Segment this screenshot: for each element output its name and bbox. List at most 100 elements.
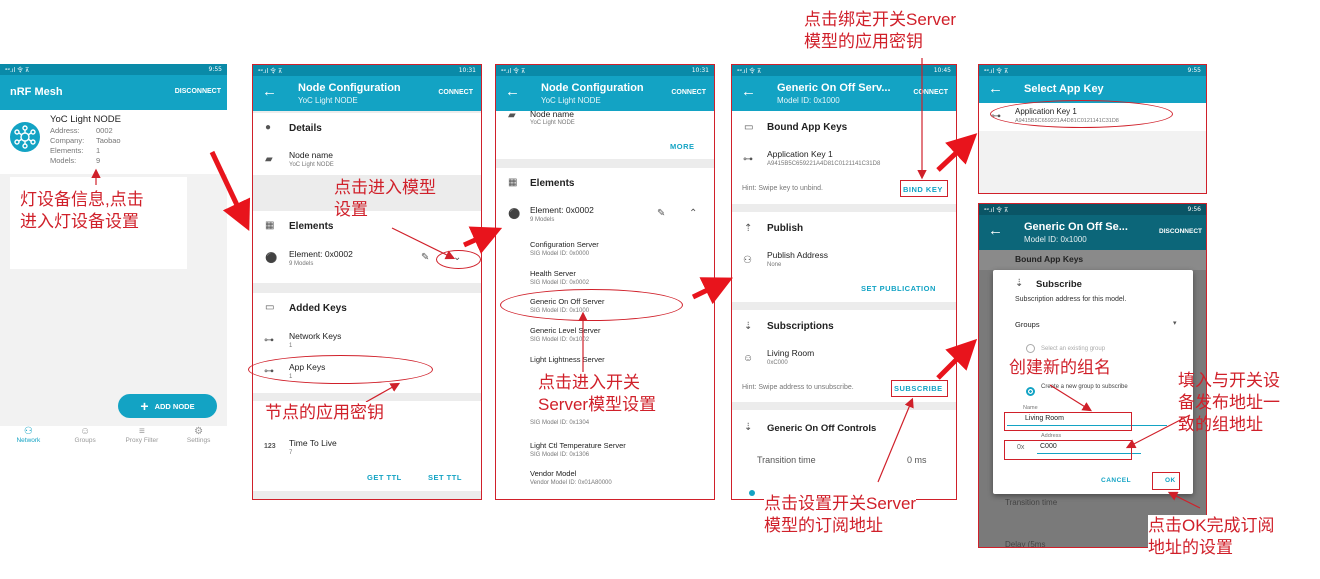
groups-icon: ☺ bbox=[80, 426, 91, 437]
chevron-up-icon[interactable]: ⌃ bbox=[689, 209, 697, 219]
mesh-node-icon bbox=[10, 122, 40, 152]
name-field-label: Name bbox=[1023, 405, 1038, 411]
network-keys-item[interactable]: Network Keys bbox=[289, 331, 341, 341]
screen-title: Node Configuration bbox=[541, 82, 644, 94]
elements-section: ▦ Elements ⚫ Element: 0x0002 9 Models ✎ … bbox=[253, 211, 481, 283]
screen-title: Select App Key bbox=[1024, 83, 1104, 95]
screen-title: Generic On Off Serv... bbox=[777, 82, 891, 94]
annotation-bind-key: 点击绑定开关Server 模型的应用密钥 bbox=[804, 10, 957, 52]
connect-button[interactable]: CONNECT bbox=[913, 89, 948, 96]
app-bar: ← Generic On Off Serv... Model ID: 0x100… bbox=[732, 76, 956, 111]
more-button[interactable]: MORE bbox=[670, 142, 695, 151]
radio-new-label: Create a new group to subscribe bbox=[1041, 384, 1128, 390]
highlight-app-keys bbox=[248, 355, 433, 384]
back-arrow-icon[interactable]: ← bbox=[988, 81, 1003, 96]
model-item[interactable]: Light Lightness Server bbox=[530, 355, 605, 364]
transition-slider[interactable] bbox=[749, 490, 755, 496]
nav-settings[interactable]: ⚙ Settings bbox=[170, 426, 227, 456]
edit-icon[interactable]: ✎ bbox=[421, 253, 429, 263]
set-publication-button[interactable]: SET PUBLICATION bbox=[861, 284, 936, 293]
node-card[interactable]: YoC Light NODE Address: 0002 Company: Taob… bbox=[0, 110, 227, 174]
elements-section: ▦ Elements ⚫ Element: 0x0002 9 Models ✎ … bbox=[496, 168, 714, 499]
group-icon: ☺ bbox=[743, 353, 754, 364]
disconnect-button[interactable]: DISCONNECT bbox=[1159, 228, 1202, 235]
settings-icon: ⚙ bbox=[194, 426, 204, 437]
app-key-item[interactable]: Application Key 1 bbox=[767, 149, 833, 159]
back-arrow-icon[interactable]: ← bbox=[262, 84, 277, 99]
element-icon: ⚫ bbox=[265, 253, 278, 264]
transition-label: Transition time bbox=[757, 455, 816, 465]
highlight-ok-button bbox=[1152, 472, 1180, 490]
radio-existing[interactable] bbox=[1026, 344, 1035, 353]
node-info: Address: 0002 Company: Taobao Elements: 1 M… bbox=[50, 126, 121, 165]
publish-section: ⇡ Publish ⚇ Publish Address None SET PUB… bbox=[732, 212, 956, 302]
app-bar: ← Generic On Off Se... Model ID: 0x1000 … bbox=[979, 215, 1206, 250]
app-key-hex: A9415B5C659221A4D81C0121141C31D8 bbox=[767, 161, 881, 167]
app-bar: nRF Mesh DISCONNECT bbox=[0, 75, 227, 110]
model-id: SIG Model ID: 0x0002 bbox=[530, 280, 590, 286]
node-name-value: YoC Light NODE bbox=[530, 120, 575, 126]
element-name[interactable]: Element: 0x0002 bbox=[289, 249, 353, 259]
get-ttl-button[interactable]: GET TTL bbox=[367, 473, 402, 482]
highlight-subscribe bbox=[891, 380, 948, 397]
model-item[interactable]: Health Server bbox=[530, 269, 576, 278]
added-keys-heading: Added Keys bbox=[289, 303, 347, 314]
app-title: nRF Mesh bbox=[10, 86, 63, 98]
subscription-item[interactable]: Living Room bbox=[767, 348, 814, 358]
subscriptions-heading: Subscriptions bbox=[767, 321, 834, 332]
groups-dropdown[interactable]: Groups bbox=[1015, 320, 1040, 329]
ttl-label: Time To Live bbox=[289, 438, 337, 448]
annotation-subscribe: 点击设置开关Server 模型的订阅地址 bbox=[764, 493, 917, 538]
nav-proxy-filter[interactable]: ≡ Proxy Filter bbox=[114, 426, 171, 456]
screen-subtitle: YoC Light NODE bbox=[298, 96, 358, 105]
model-item[interactable]: Light Ctl Temperature Server bbox=[530, 441, 626, 450]
screen-select-app-key: ᵊᵊ.ıl 令 ⊼ 9:55 ← Select App Key ⊶ Applica… bbox=[978, 64, 1207, 194]
ttl-icon: 123 bbox=[264, 443, 276, 450]
element-icon: ⚫ bbox=[508, 209, 521, 220]
dialog-title: Subscribe bbox=[1036, 279, 1082, 290]
nav-groups[interactable]: ☺ Groups bbox=[57, 426, 114, 456]
download-icon: ⇣ bbox=[744, 422, 753, 433]
add-node-button[interactable]: + ADD NODE bbox=[118, 394, 217, 418]
model-item[interactable]: Generic Level Server bbox=[530, 326, 600, 335]
publish-icon: ⇡ bbox=[744, 223, 753, 234]
dropdown-arrow-icon[interactable]: ▾ bbox=[1173, 320, 1177, 327]
radio-new[interactable] bbox=[1026, 387, 1035, 396]
highlight-name-field bbox=[1004, 412, 1132, 431]
screen-elements-expanded: ᵊᵊ.ıl 令 ⊼ 10:31 ← Node Configuration YoC … bbox=[495, 64, 715, 500]
download-icon: ⇣ bbox=[1015, 278, 1024, 289]
back-arrow-icon[interactable]: ← bbox=[505, 84, 520, 99]
bound-keys-heading: Bound App Keys bbox=[1015, 254, 1084, 264]
subscribe-dialog: ⇣ Subscribe Subscription address for thi… bbox=[993, 270, 1193, 494]
set-ttl-button[interactable]: SET TTL bbox=[428, 473, 462, 482]
plus-icon: + bbox=[140, 398, 149, 414]
publish-address[interactable]: Publish Address bbox=[767, 250, 828, 260]
publish-address-value: None bbox=[767, 262, 782, 268]
annotation-light-info: 灯设备信息,点击 进入灯设备设置 bbox=[20, 190, 144, 232]
status-bar: ᵊᵊ.ıl 令 ⊼ 10:45 bbox=[732, 65, 956, 76]
disconnect-button[interactable]: DISCONNECT bbox=[175, 88, 221, 95]
app-bar: ← Select App Key bbox=[979, 76, 1206, 103]
model-item[interactable]: Vendor Model bbox=[530, 469, 576, 478]
node-name-label: Node name bbox=[289, 150, 333, 160]
radio-existing-label: Select an existing group bbox=[1041, 346, 1106, 352]
unsubscribe-hint: Hint: Swipe address to unsubscribe. bbox=[742, 384, 854, 391]
node-name-label: Node name bbox=[530, 109, 574, 119]
elements-icon: ▦ bbox=[508, 177, 518, 188]
nav-network[interactable]: ⚇ Network bbox=[0, 426, 57, 456]
model-id: SIG Model ID: 0x1304 bbox=[530, 420, 590, 426]
back-arrow-icon[interactable]: ← bbox=[741, 84, 756, 99]
publish-heading: Publish bbox=[767, 223, 804, 234]
key-icon: ⊶ bbox=[264, 335, 274, 346]
back-arrow-icon[interactable]: ← bbox=[988, 223, 1003, 238]
connect-button[interactable]: CONNECT bbox=[671, 89, 706, 96]
element-name[interactable]: Element: 0x0002 bbox=[530, 205, 594, 215]
connect-button[interactable]: CONNECT bbox=[438, 89, 473, 96]
label-icon: ▰ bbox=[265, 154, 273, 165]
edit-icon[interactable]: ✎ bbox=[657, 209, 665, 219]
status-bar: ᵊᵊ.ıl 令 ⊼ 9:55 bbox=[979, 65, 1206, 76]
model-item[interactable]: Configuration Server bbox=[530, 240, 599, 249]
dialog-description: Subscription address for this model. bbox=[1015, 296, 1127, 303]
download-icon: ⇣ bbox=[744, 321, 753, 332]
cancel-button[interactable]: CANCEL bbox=[1101, 477, 1131, 484]
